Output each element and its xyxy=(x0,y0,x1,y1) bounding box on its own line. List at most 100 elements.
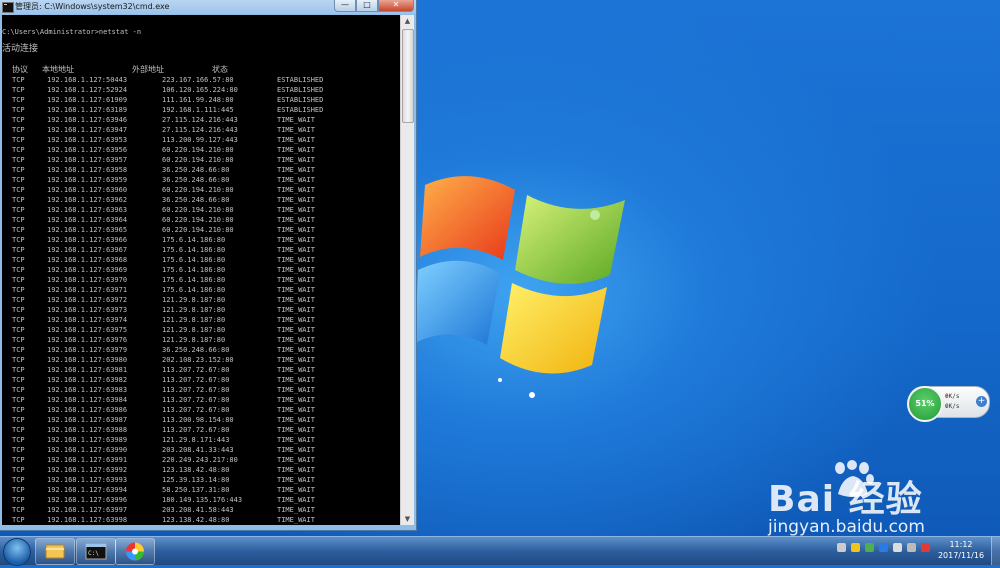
table-row: TCP 192.168.1.127:63982 113.207.72.67:80 TI… xyxy=(2,375,400,385)
conn-proto: TCP xyxy=(12,366,25,374)
connection-list: TCP 192.168.1.127:50443 223.167.166.57:80 E… xyxy=(2,75,400,525)
network-icon[interactable] xyxy=(893,543,902,552)
conn-foreign-address: 60.220.194.210:80 xyxy=(162,186,234,194)
conn-proto: TCP xyxy=(12,166,25,174)
conn-foreign-address: 121.29.8.187:80 xyxy=(162,306,226,314)
start-orb-icon[interactable] xyxy=(3,538,31,566)
conn-proto: TCP xyxy=(12,186,25,194)
minimize-button[interactable]: — xyxy=(334,0,356,12)
conn-local-address: 192.168.1.127:63962 xyxy=(47,196,128,204)
conn-foreign-address: 106.120.165.224:80 xyxy=(162,86,238,94)
cmd-window-icon[interactable] xyxy=(2,2,14,13)
table-row: TCP 192.168.1.127:63973 121.29.8.187:80 TIM… xyxy=(2,305,400,315)
conn-state: TIME_WAIT xyxy=(277,236,315,244)
maximize-button[interactable]: □ xyxy=(356,0,378,12)
window-title: 管理员: C:\Windows\system32\cmd.exe xyxy=(15,2,170,11)
shield-icon[interactable] xyxy=(879,543,888,552)
table-row: TCP 192.168.1.127:63990 203.208.41.33:443 T… xyxy=(2,445,400,455)
tray-app-icon[interactable] xyxy=(851,543,860,552)
conn-foreign-address: 121.29.8.187:80 xyxy=(162,296,226,304)
conn-proto: TCP xyxy=(12,456,25,464)
conn-foreign-address: 123.138.42.48:80 xyxy=(162,466,230,474)
vertical-scrollbar[interactable]: ▲ ▼ xyxy=(400,15,414,525)
conn-state: TIME_WAIT xyxy=(277,336,315,344)
signal-icon[interactable] xyxy=(907,543,916,552)
taskbar-color-app-button[interactable] xyxy=(115,538,155,565)
table-row: TCP 192.168.1.127:63980 202.108.23.152:80 T… xyxy=(2,355,400,365)
header-proto: 协议 xyxy=(12,65,28,74)
table-row: TCP 192.168.1.127:63972 121.29.8.187:80 TIM… xyxy=(2,295,400,305)
table-row: TCP 192.168.1.127:63970 175.6.14.186:80 TIM… xyxy=(2,275,400,285)
conn-local-address: 192.168.1.127:63979 xyxy=(47,346,128,354)
conn-foreign-address: 113.207.72.67:80 xyxy=(162,396,230,404)
table-row: TCP 192.168.1.127:63957 60.220.194.210:80 T… xyxy=(2,155,400,165)
conn-foreign-address: 60.220.194.210:80 xyxy=(162,206,234,214)
security-icon[interactable] xyxy=(865,543,874,552)
taskbar-clock[interactable]: 11:12 2017/11/16 xyxy=(932,539,990,561)
scroll-up-arrow-icon[interactable]: ▲ xyxy=(401,15,414,27)
conn-local-address: 192.168.1.127:63970 xyxy=(47,276,128,284)
conn-state: TIME_WAIT xyxy=(277,316,315,324)
conn-proto: TCP xyxy=(12,106,25,114)
conn-local-address: 192.168.1.127:63994 xyxy=(47,486,128,494)
scroll-down-arrow-icon[interactable]: ▼ xyxy=(401,513,414,525)
conn-local-address: 192.168.1.127:63960 xyxy=(47,186,128,194)
conn-state: TIME_WAIT xyxy=(277,386,315,394)
conn-local-address: 192.168.1.127:63990 xyxy=(47,446,128,454)
conn-proto: TCP xyxy=(12,246,25,254)
conn-state: TIME_WAIT xyxy=(277,296,315,304)
window-titlebar[interactable]: 管理员: C:\Windows\system32\cmd.exe — □ ✕ xyxy=(0,0,416,14)
keyboard-icon[interactable] xyxy=(837,543,846,552)
conn-state: TIME_WAIT xyxy=(277,136,315,144)
conn-local-address: 192.168.1.127:63997 xyxy=(47,506,128,514)
table-row: TCP 192.168.1.127:63189 192.168.1.111:445 E… xyxy=(2,105,400,115)
scrollbar-thumb[interactable] xyxy=(402,29,414,123)
conn-state: TIME_WAIT xyxy=(277,406,315,414)
conn-local-address: 192.168.1.127:63966 xyxy=(47,236,128,244)
cmd-window[interactable]: 管理员: C:\Windows\system32\cmd.exe — □ ✕ C… xyxy=(0,0,417,531)
conn-foreign-address: 121.29.8.187:80 xyxy=(162,316,226,324)
network-speed-widget[interactable]: 51% ↑ 0K/s ↓ 0K/s + xyxy=(907,386,990,422)
conn-local-address: 192.168.1.127:61909 xyxy=(47,96,128,104)
conn-state: TIME_WAIT xyxy=(277,396,315,404)
table-row: TCP 192.168.1.127:63976 121.29.8.187:80 TIM… xyxy=(2,335,400,345)
command-prompt-line: C:\Users\Administrator>netstat -n xyxy=(2,28,142,36)
conn-proto: TCP xyxy=(12,516,25,524)
download-speed-value: 0K/s xyxy=(945,403,960,410)
table-row: TCP 192.168.1.127:63989 121.29.8.171:443 TI… xyxy=(2,435,400,445)
conn-local-address: 192.168.1.127:63956 xyxy=(47,146,128,154)
conn-local-address: 192.168.1.127:63984 xyxy=(47,396,128,404)
conn-state: TIME_WAIT xyxy=(277,126,315,134)
conn-local-address: 192.168.1.127:63947 xyxy=(47,126,128,134)
conn-foreign-address: 58.250.137.31:80 xyxy=(162,486,230,494)
conn-state: TIME_WAIT xyxy=(277,376,315,384)
show-desktop-button[interactable] xyxy=(991,537,1000,565)
conn-foreign-address: 192.168.1.111:445 xyxy=(162,106,234,114)
console-output[interactable]: C:\Users\Administrator>netstat -n 活动连接 协… xyxy=(2,15,400,525)
conn-local-address: 192.168.1.127:63993 xyxy=(47,476,128,484)
taskbar-explorer-button[interactable] xyxy=(35,538,75,565)
conn-proto: TCP xyxy=(12,346,25,354)
header-state: 状态 xyxy=(212,65,228,74)
explorer-icon xyxy=(45,544,65,559)
taskbar: C:\ 11:12 2017/11/16 xyxy=(0,536,1000,566)
table-row: TCP 192.168.1.127:63975 121.29.8.187:80 TIM… xyxy=(2,325,400,335)
conn-local-address: 192.168.1.127:63974 xyxy=(47,316,128,324)
table-row: TCP 192.168.1.127:63974 121.29.8.187:80 TIM… xyxy=(2,315,400,325)
table-row: TCP 192.168.1.127:63964 60.220.194.210:80 T… xyxy=(2,215,400,225)
conn-state: TIME_WAIT xyxy=(277,226,315,234)
close-button[interactable]: ✕ xyxy=(378,0,414,12)
conn-proto: TCP xyxy=(12,286,25,294)
conn-foreign-address: 203.208.41.58:443 xyxy=(162,506,234,514)
conn-state: TIME_WAIT xyxy=(277,276,315,284)
widget-expand-icon[interactable]: + xyxy=(976,396,987,407)
conn-foreign-address: 113.207.72.67:80 xyxy=(162,406,230,414)
conn-proto: TCP xyxy=(12,196,25,204)
conn-local-address: 192.168.1.127:63996 xyxy=(47,496,128,504)
taskbar-cmd-button[interactable]: C:\ xyxy=(76,538,116,565)
volume-muted-icon[interactable] xyxy=(921,543,930,552)
conn-foreign-address: 60.220.194.210:80 xyxy=(162,146,234,154)
conn-foreign-address: 113.207.72.67:80 xyxy=(162,426,230,434)
conn-foreign-address: 121.29.8.187:80 xyxy=(162,336,226,344)
conn-state: ESTABLISHED xyxy=(277,106,324,114)
